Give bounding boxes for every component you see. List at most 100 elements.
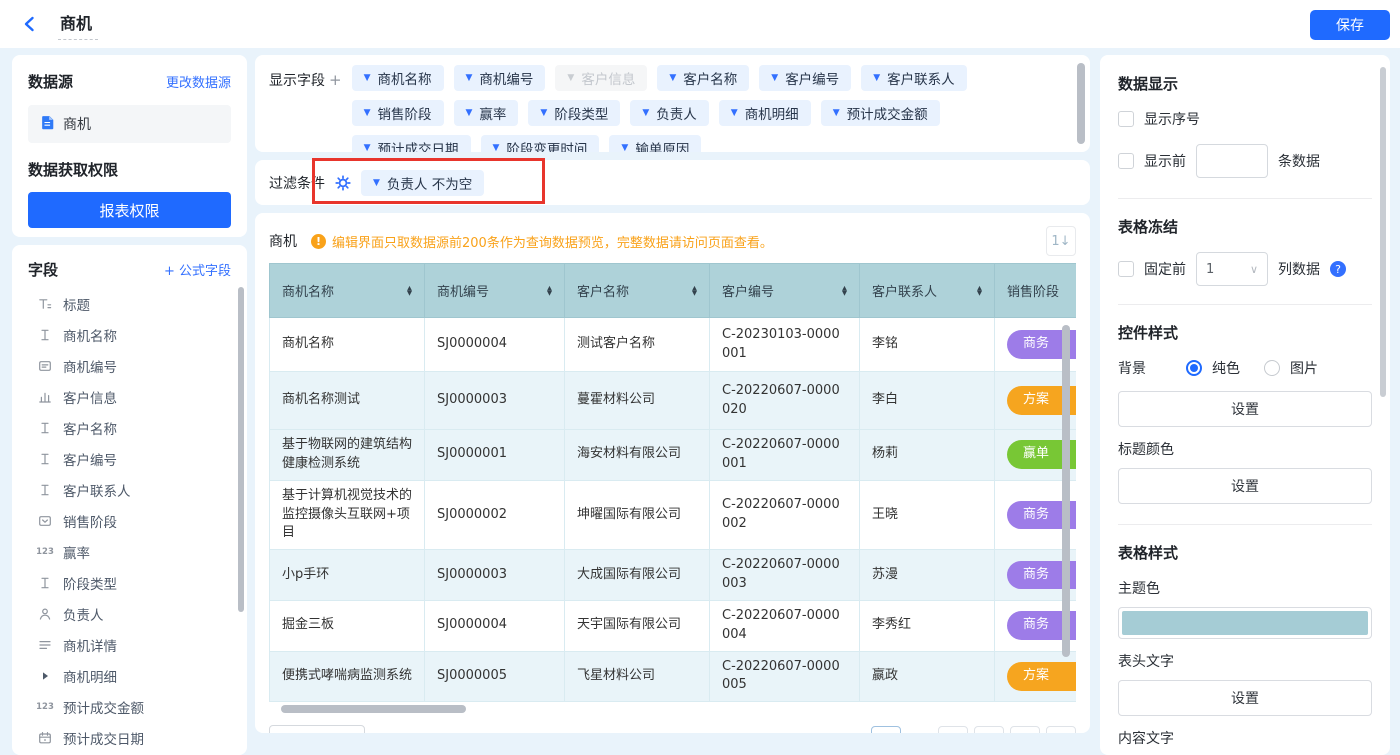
display-field-chip[interactable]: ▼赢率: [454, 100, 519, 126]
show-index-checkbox[interactable]: [1118, 111, 1134, 127]
field-list-item[interactable]: 负责人: [28, 598, 237, 629]
page-size-select[interactable]: 20 条/页 ∨: [269, 725, 365, 733]
header-text-set-button[interactable]: 设置: [1118, 680, 1372, 716]
title-color-set-button[interactable]: 设置: [1118, 468, 1372, 504]
add-formula-field-link[interactable]: + 公式字段: [164, 260, 231, 279]
table-horizontal-scrollbar[interactable]: [281, 705, 466, 713]
top-bar: 商机 保存: [0, 0, 1400, 48]
table-cell: SJ0000003: [425, 550, 565, 601]
display-field-chip[interactable]: ▼输单原因: [609, 135, 701, 152]
chevron-down-icon: ▼: [373, 178, 380, 188]
field-list-item[interactable]: 预计成交日期: [28, 722, 237, 753]
change-datasource-link[interactable]: 更改数据源: [166, 72, 231, 91]
add-display-field-button[interactable]: +: [329, 71, 342, 89]
column-sort-icon[interactable]: ▲▼: [547, 286, 552, 296]
widget-style-title: 控件样式: [1118, 322, 1372, 343]
show-index-label: 显示序号: [1144, 109, 1200, 129]
next-page-button[interactable]: ›: [1010, 726, 1040, 733]
filter-condition-chip[interactable]: ▼ 负责人 不为空: [361, 170, 484, 196]
display-fields-scrollbar[interactable]: [1077, 63, 1085, 144]
display-field-chip[interactable]: ▼负责人: [630, 100, 708, 126]
divider: [1118, 524, 1372, 525]
table-cell: 李秀红: [860, 600, 995, 651]
sort-order-button[interactable]: 1↓: [1046, 226, 1076, 256]
back-icon[interactable]: [16, 10, 44, 38]
field-list-item[interactable]: 阶段类型: [28, 567, 237, 598]
last-page-button[interactable]: »: [1046, 726, 1076, 733]
image-radio[interactable]: [1264, 360, 1280, 376]
column-sort-icon[interactable]: ▲▼: [407, 286, 412, 296]
page-title[interactable]: 商机: [58, 8, 98, 40]
lines-icon: [36, 638, 54, 652]
settings-scrollbar[interactable]: [1380, 67, 1386, 397]
display-field-chip[interactable]: ▼阶段变更时间: [481, 135, 600, 152]
first-page-button[interactable]: «: [938, 726, 968, 733]
caret-icon: [36, 669, 54, 683]
chip-label: 阶段变更时间: [506, 138, 587, 152]
title-icon: [36, 297, 54, 311]
theme-color-picker[interactable]: [1118, 607, 1372, 639]
table-cell: C-20220607-0000003: [710, 550, 860, 601]
current-page-input[interactable]: 1: [871, 726, 901, 733]
column-sort-icon[interactable]: ▲▼: [842, 286, 847, 296]
field-list-item[interactable]: 123赢率: [28, 536, 237, 567]
show-first-checkbox[interactable]: [1118, 153, 1134, 169]
text-icon: [36, 421, 54, 435]
table-cell: 苏漫: [860, 550, 995, 601]
field-list-item[interactable]: 标题: [28, 288, 237, 319]
display-field-chip[interactable]: ▼商机名称: [352, 65, 444, 91]
field-list-item[interactable]: 客户联系人: [28, 474, 237, 505]
display-field-chip[interactable]: ▼客户联系人: [861, 65, 966, 91]
save-button[interactable]: 保存: [1310, 10, 1390, 40]
solid-color-radio[interactable]: [1186, 360, 1202, 376]
field-list-item[interactable]: 123预计成交金额: [28, 691, 237, 722]
field-list-item[interactable]: 销售阶段: [28, 505, 237, 536]
prev-page-button[interactable]: ‹: [974, 726, 1004, 733]
field-list-item[interactable]: 客户编号: [28, 443, 237, 474]
freeze-columns-select[interactable]: 1 ∨: [1196, 252, 1268, 286]
display-field-chip[interactable]: ▼商机编号: [454, 65, 546, 91]
column-sort-icon[interactable]: ▲▼: [692, 286, 697, 296]
field-label: 客户编号: [63, 449, 117, 469]
column-header-label: 商机名称: [282, 281, 334, 300]
permission-title: 数据获取权限: [28, 159, 231, 180]
fields-scrollbar[interactable]: [238, 287, 244, 612]
table-vertical-scrollbar[interactable]: [1062, 325, 1070, 657]
field-label: 客户联系人: [63, 480, 131, 500]
page-size-value: 20 条/页: [279, 732, 330, 733]
field-list-item[interactable]: 客户名称: [28, 412, 237, 443]
gear-icon[interactable]: [335, 175, 351, 191]
chevron-down-icon: ▼: [364, 73, 371, 83]
table-cell-stage: 方案: [995, 651, 1077, 702]
report-permission-button[interactable]: 报表权限: [28, 192, 231, 228]
field-label: 阶段类型: [63, 573, 117, 593]
help-icon[interactable]: ?: [1330, 261, 1346, 277]
datasource-item[interactable]: 商机: [28, 105, 231, 143]
row-limit-input[interactable]: [1196, 144, 1268, 178]
display-field-chip[interactable]: ▼客户信息: [555, 65, 647, 91]
field-list-item[interactable]: 商机明细: [28, 660, 237, 691]
report-builder-page: 商机 保存 数据源 更改数据源 商机 数据获取权限 报表权限 字段 + 公式字段…: [0, 0, 1400, 755]
column-sort-icon[interactable]: ▲▼: [977, 286, 982, 296]
number-icon: 123: [36, 702, 54, 712]
field-list-item[interactable]: 商机编号: [28, 350, 237, 381]
display-field-chip[interactable]: ▼客户名称: [657, 65, 749, 91]
display-field-chip[interactable]: ▼预计成交金额: [821, 100, 940, 126]
display-field-chip[interactable]: ▼销售阶段: [352, 100, 444, 126]
chevron-down-icon: ▼: [466, 108, 473, 118]
cols-suffix-label: 列数据: [1278, 259, 1320, 279]
field-list-item[interactable]: 商机名称: [28, 319, 237, 350]
display-field-chip[interactable]: ▼商机明细: [719, 100, 811, 126]
table-cell: SJ0000002: [425, 480, 565, 550]
table-row: 小p手环SJ0000003大成国际有限公司C-20220607-0000003苏…: [270, 550, 1077, 601]
display-field-chip[interactable]: ▼阶段类型: [528, 100, 620, 126]
field-list-item[interactable]: 客户信息: [28, 381, 237, 412]
background-set-button[interactable]: 设置: [1118, 391, 1372, 427]
field-list-item[interactable]: 商机详情: [28, 629, 237, 660]
column-header: 商机名称 ▲▼: [270, 264, 425, 318]
display-field-chip[interactable]: ▼预计成交日期: [352, 135, 471, 152]
text-icon: [36, 576, 54, 590]
freeze-checkbox[interactable]: [1118, 261, 1134, 277]
display-field-chip[interactable]: ▼客户编号: [759, 65, 851, 91]
table-cell: 坤曜国际有限公司: [565, 480, 710, 550]
